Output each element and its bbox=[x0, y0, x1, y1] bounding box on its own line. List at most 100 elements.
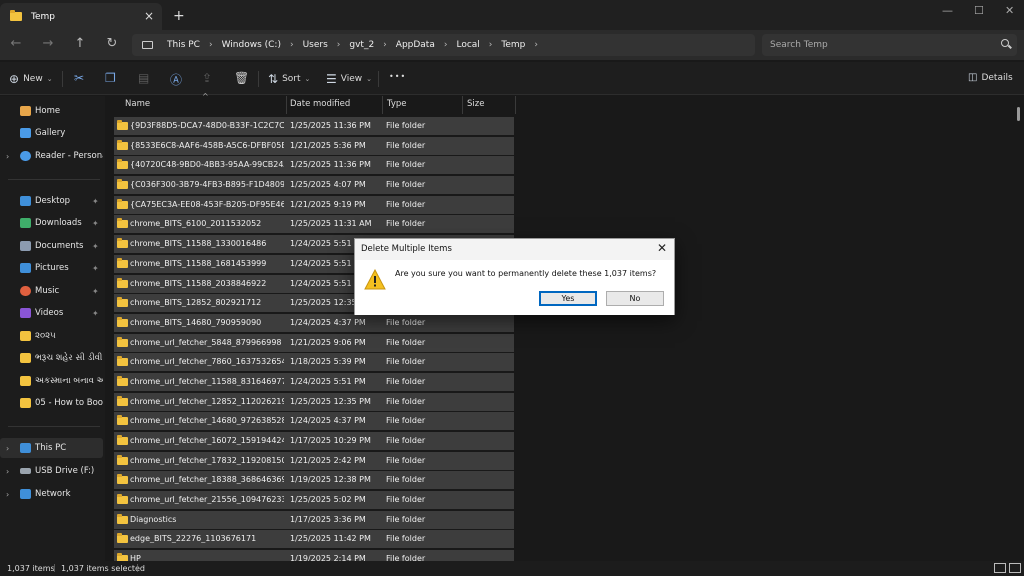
breadcrumb-temp[interactable]: Temp bbox=[501, 40, 525, 50]
chevron-right-icon[interactable]: › bbox=[489, 40, 493, 50]
cut-icon[interactable]: ✂ bbox=[74, 71, 84, 85]
view-button[interactable]: ☰ View ⌄ bbox=[326, 72, 372, 86]
breadcrumb-users[interactable]: Users bbox=[303, 40, 328, 50]
chevron-right-icon[interactable]: › bbox=[383, 40, 387, 50]
column-header-size[interactable]: Size bbox=[467, 99, 484, 109]
more-options-button[interactable]: ••• bbox=[389, 72, 406, 81]
file-row[interactable]: {CA75EC3A-EE08-453F-B205-DF95E468B3... 1/… bbox=[114, 195, 514, 214]
details-button[interactable]: ◫ Details bbox=[968, 72, 1013, 83]
file-row[interactable]: chrome_url_fetcher_12852_112026219 1/25/2… bbox=[114, 392, 514, 411]
no-button[interactable]: No bbox=[606, 291, 664, 306]
file-name: {40720C48-9BD0-4BB3-95AA-99CB24A35... bbox=[130, 160, 284, 170]
chevron-right-icon[interactable]: › bbox=[444, 40, 448, 50]
details-pane-icon: ◫ bbox=[968, 72, 978, 83]
file-row[interactable]: chrome_url_fetcher_11588_831646977 1/24/2… bbox=[114, 372, 514, 391]
sidebar-item-home[interactable]: Home bbox=[0, 101, 103, 121]
sidebar-item-usb-drive[interactable]: › USB Drive (F:) bbox=[0, 461, 103, 481]
sidebar-item-this-pc[interactable]: › This PC bbox=[0, 438, 103, 458]
chevron-right-icon[interactable]: › bbox=[6, 444, 9, 453]
details-view-icon[interactable] bbox=[994, 563, 1006, 573]
back-button[interactable]: ← bbox=[6, 36, 26, 51]
file-row[interactable]: chrome_url_fetcher_18388_368646369 1/19/2… bbox=[114, 471, 514, 490]
sidebar-item-folder-how-to-boost[interactable]: 05 - How to Boost I bbox=[0, 393, 103, 413]
sidebar-item-reader-personal[interactable]: › Reader - Personal bbox=[0, 146, 103, 166]
maximize-button[interactable]: ☐ bbox=[974, 4, 984, 17]
file-row[interactable]: chrome_url_fetcher_17832_1192081507 1/21/… bbox=[114, 451, 514, 470]
file-row[interactable]: chrome_url_fetcher_16072_1591944243 1/17/… bbox=[114, 432, 514, 450]
breadcrumb-gvt-2[interactable]: gvt_2 bbox=[349, 40, 374, 50]
tab-close-icon[interactable]: × bbox=[144, 9, 154, 23]
sidebar-item-music[interactable]: Music ✦ bbox=[0, 281, 103, 301]
warning-icon bbox=[364, 269, 386, 290]
file-row[interactable]: {8533E6C8-AAF6-458B-A5C6-DFBF05EE0... 1/2… bbox=[114, 136, 514, 155]
tab-temp[interactable]: Temp × bbox=[0, 3, 162, 30]
search-input[interactable]: Search Temp bbox=[762, 34, 1017, 56]
file-row[interactable]: Diagnostics 1/17/2025 3:36 PM File folder bbox=[114, 510, 514, 529]
column-header-type[interactable]: Type bbox=[387, 99, 407, 109]
chevron-right-icon[interactable]: › bbox=[6, 152, 9, 161]
sidebar-item-folder-akasmat[interactable]: અકસ્માના બનાવ અંગે bbox=[0, 371, 103, 391]
chevron-right-icon[interactable]: › bbox=[534, 40, 538, 50]
breadcrumb-windows-c[interactable]: Windows (C:) bbox=[222, 40, 281, 50]
column-header-name[interactable]: Name bbox=[125, 99, 150, 109]
column-divider[interactable] bbox=[462, 96, 463, 114]
copy-icon[interactable]: ❐ bbox=[105, 71, 116, 85]
chevron-right-icon[interactable]: › bbox=[209, 40, 213, 50]
sidebar-item-network[interactable]: › Network bbox=[0, 484, 103, 504]
forward-button[interactable]: → bbox=[38, 36, 58, 51]
sidebar-item-desktop[interactable]: Desktop ✦ bbox=[0, 191, 103, 211]
file-row[interactable]: chrome_url_fetcher_5848_879966998 1/21/20… bbox=[114, 333, 514, 352]
sidebar-item-folder-2025[interactable]: ૨૦૨૫ bbox=[0, 326, 103, 346]
chevron-right-icon[interactable]: › bbox=[337, 40, 341, 50]
pin-icon: ✦ bbox=[92, 241, 99, 251]
dialog-close-icon[interactable]: ✕ bbox=[657, 241, 667, 255]
paste-icon[interactable]: ▤ bbox=[138, 71, 149, 85]
pin-icon: ✦ bbox=[92, 218, 99, 228]
scrollbar[interactable] bbox=[1017, 107, 1020, 121]
sidebar-item-downloads[interactable]: Downloads ✦ bbox=[0, 213, 103, 233]
file-date-modified: 1/17/2025 10:29 PM bbox=[290, 436, 371, 445]
chevron-right-icon[interactable]: › bbox=[6, 467, 9, 476]
column-divider[interactable] bbox=[286, 96, 287, 114]
tiles-view-icon[interactable] bbox=[1009, 563, 1021, 573]
sidebar-item-folder-bharuch[interactable]: ભરૂચ શહેર સી ડીવી. bbox=[0, 348, 103, 368]
chevron-right-icon[interactable]: › bbox=[290, 40, 294, 50]
file-row[interactable]: chrome_url_fetcher_14680_972638528 1/24/2… bbox=[114, 412, 514, 431]
sidebar-item-videos[interactable]: Videos ✦ bbox=[0, 303, 103, 323]
breadcrumb-appdata[interactable]: AppData bbox=[396, 40, 435, 50]
file-row[interactable]: chrome_BITS_14680_790959090 1/24/2025 4:3… bbox=[114, 313, 514, 332]
folder-icon bbox=[117, 297, 128, 308]
column-divider[interactable] bbox=[382, 96, 383, 114]
file-type: File folder bbox=[386, 180, 426, 190]
close-window-button[interactable]: ✕ bbox=[1005, 4, 1014, 17]
address-bar[interactable]: This PC › Windows (C:) › Users › gvt_2 ›… bbox=[132, 34, 755, 56]
file-row[interactable]: chrome_url_fetcher_7860_1637532654 1/18/2… bbox=[114, 353, 514, 372]
sidebar-item-gallery[interactable]: Gallery bbox=[0, 123, 103, 143]
refresh-button[interactable]: ↻ bbox=[102, 36, 122, 51]
file-row[interactable]: chrome_BITS_6100_2011532052 1/25/2025 11:… bbox=[114, 215, 514, 234]
new-button[interactable]: ⊕ New ⌄ bbox=[9, 72, 53, 86]
folder-icon bbox=[117, 257, 128, 268]
column-divider[interactable] bbox=[515, 96, 516, 114]
share-icon[interactable]: ⇪ bbox=[202, 71, 212, 85]
chevron-right-icon[interactable]: › bbox=[6, 490, 9, 499]
sidebar-item-pictures[interactable]: Pictures ✦ bbox=[0, 258, 103, 278]
file-row[interactable]: {C036F300-3B79-4FB3-B895-F1D4809D44... 1/… bbox=[114, 176, 514, 195]
up-button[interactable]: ↑ bbox=[70, 36, 90, 51]
network-icon bbox=[20, 489, 31, 499]
delete-icon[interactable]: 🗑 bbox=[234, 71, 249, 85]
new-tab-button[interactable]: + bbox=[173, 8, 185, 24]
file-row[interactable]: chrome_url_fetcher_21556_1094762333 1/25/… bbox=[114, 491, 514, 510]
file-row[interactable]: {40720C48-9BD0-4BB3-95AA-99CB24A35... 1/2… bbox=[114, 156, 514, 175]
file-row[interactable]: {9D3F88D5-DCA7-48D0-B33F-1C2C7C337... 1/2… bbox=[114, 117, 514, 135]
minimize-button[interactable]: — bbox=[942, 4, 953, 17]
sidebar-item-documents[interactable]: Documents ✦ bbox=[0, 236, 103, 256]
sort-button[interactable]: ⇅ Sort ⌄ bbox=[268, 72, 310, 86]
breadcrumb-local[interactable]: Local bbox=[456, 40, 479, 50]
sidebar-item-label: Network bbox=[35, 489, 71, 499]
column-header-date[interactable]: Date modified bbox=[290, 99, 350, 109]
file-row[interactable]: edge_BITS_22276_1103676171 1/25/2025 11:4… bbox=[114, 530, 514, 549]
rename-icon[interactable]: Ⓐ bbox=[170, 71, 182, 88]
breadcrumb-this-pc[interactable]: This PC bbox=[167, 40, 200, 50]
yes-button[interactable]: Yes bbox=[539, 291, 597, 306]
